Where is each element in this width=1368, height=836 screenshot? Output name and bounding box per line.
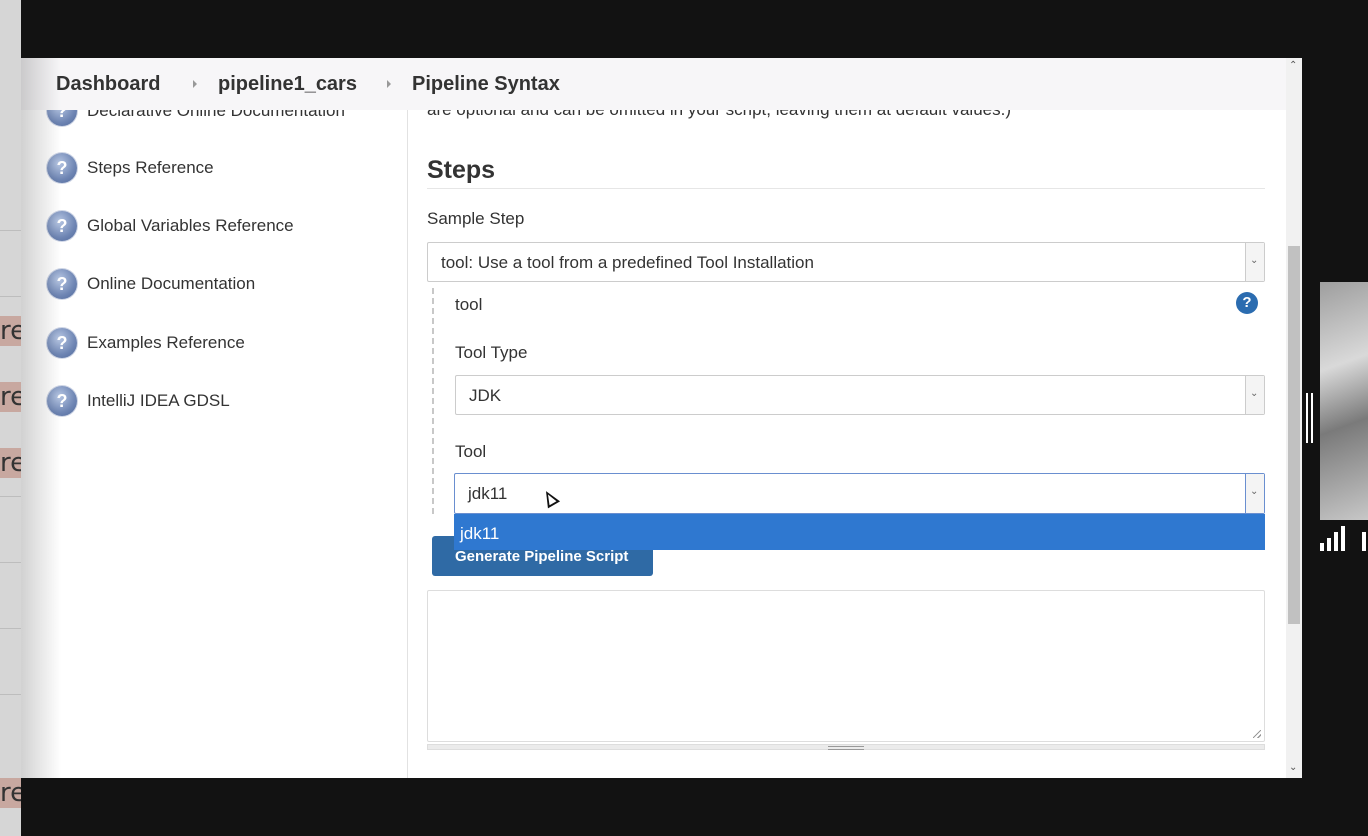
script-output-textarea[interactable] xyxy=(427,590,1265,742)
help-circle-icon: ? xyxy=(47,153,77,183)
help-circle-icon: ? xyxy=(47,328,77,358)
sidebar-item-intellij-idea-gdsl[interactable]: ? IntelliJ IDEA GDSL xyxy=(47,386,397,420)
main-content: are optional and can be omitted in your … xyxy=(427,58,1265,778)
chevron-right-icon xyxy=(387,80,391,88)
background-window-strip: re re re re xyxy=(0,0,21,836)
signal-strength-icon xyxy=(1320,525,1368,551)
chevron-down-icon: ⌄ xyxy=(1245,474,1264,513)
window-divider-handle[interactable] xyxy=(1306,393,1314,443)
help-icon[interactable]: ? xyxy=(1236,292,1258,314)
textarea-resize-bar[interactable] xyxy=(427,744,1265,750)
help-circle-icon: ? xyxy=(47,386,77,416)
scrollbar-thumb[interactable] xyxy=(1288,246,1300,624)
tool-type-value: JDK xyxy=(469,386,502,405)
sidebar-item-label: IntelliJ IDEA GDSL xyxy=(87,391,230,410)
breadcrumb-dashboard[interactable]: Dashboard xyxy=(56,73,160,96)
tool-select[interactable]: jdk11 ⌄ xyxy=(454,473,1265,514)
resize-grip-icon[interactable] xyxy=(1253,730,1261,738)
chevron-down-icon: ⌄ xyxy=(1245,243,1264,281)
section-indent-line xyxy=(432,288,434,514)
chevron-right-icon xyxy=(193,80,197,88)
help-circle-icon: ? xyxy=(47,269,77,299)
sidebar-item-online-documentation[interactable]: ? Online Documentation xyxy=(47,269,397,303)
breadcrumb: Dashboard pipeline1_cars Pipeline Syntax xyxy=(21,58,1286,110)
drag-handle-icon[interactable] xyxy=(828,746,864,750)
jenkins-window: ? Declarative Online Documentation ? Ste… xyxy=(21,58,1302,778)
sample-step-select[interactable]: tool: Use a tool from a predefined Tool … xyxy=(427,242,1265,282)
sidebar: ? Declarative Online Documentation ? Ste… xyxy=(21,58,408,778)
tool-label: Tool xyxy=(455,442,487,461)
tool-section-title: tool xyxy=(455,295,483,314)
vertical-scrollbar[interactable]: ⌃ ⌄ xyxy=(1286,58,1302,778)
sample-step-label: Sample Step xyxy=(427,209,525,228)
steps-heading: Steps xyxy=(427,156,496,184)
sidebar-item-label: Examples Reference xyxy=(87,333,245,352)
tool-type-label: Tool Type xyxy=(455,343,528,362)
sidebar-item-global-variables-reference[interactable]: ? Global Variables Reference xyxy=(47,211,397,245)
help-circle-icon: ? xyxy=(47,211,77,241)
dropdown-option-jdk11[interactable]: jdk11 xyxy=(454,514,1265,550)
scroll-up-icon[interactable]: ⌃ xyxy=(1289,60,1297,71)
sidebar-item-examples-reference[interactable]: ? Examples Reference xyxy=(47,328,397,362)
tool-type-select[interactable]: JDK ⌄ xyxy=(455,375,1265,415)
scroll-down-icon[interactable]: ⌄ xyxy=(1289,762,1297,773)
sample-step-value: tool: Use a tool from a predefined Tool … xyxy=(441,253,814,272)
tool-value: jdk11 xyxy=(468,484,508,503)
chevron-down-icon: ⌄ xyxy=(1245,376,1264,414)
sidebar-item-label: Steps Reference xyxy=(87,158,214,177)
background-video-thumbnail xyxy=(1320,282,1368,520)
steps-divider xyxy=(427,188,1265,189)
sidebar-item-label: Global Variables Reference xyxy=(87,216,294,235)
breadcrumb-pipeline1-cars[interactable]: pipeline1_cars xyxy=(218,73,357,96)
breadcrumb-pipeline-syntax[interactable]: Pipeline Syntax xyxy=(412,73,560,96)
sidebar-item-steps-reference[interactable]: ? Steps Reference xyxy=(47,153,397,187)
sidebar-item-label: Online Documentation xyxy=(87,274,256,293)
